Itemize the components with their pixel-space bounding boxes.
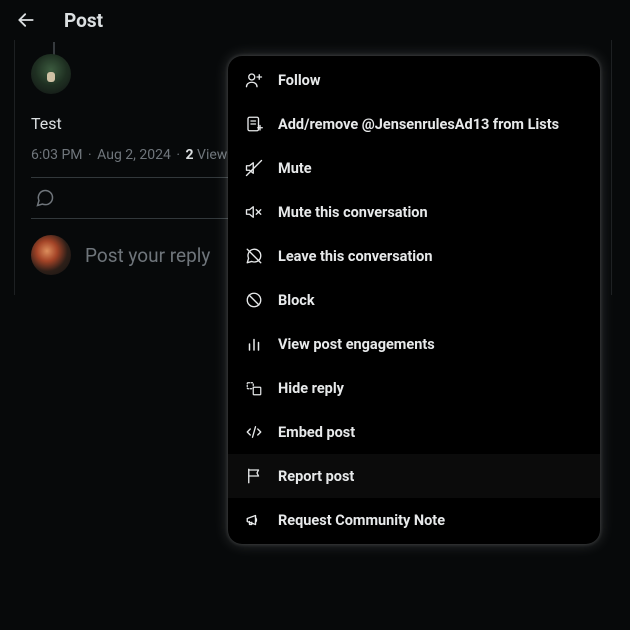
mute-icon (244, 158, 264, 178)
menu-item-label: View post engagements (278, 336, 435, 353)
list-add-icon (244, 114, 264, 134)
embed-icon (244, 422, 264, 442)
menu-item-label: Follow (278, 72, 321, 89)
megaphone-icon (244, 510, 264, 530)
menu-item-mute-convo[interactable]: Mute this conversation (228, 190, 600, 234)
menu-item-hide-reply[interactable]: Hide reply (228, 366, 600, 410)
menu-item-label: Block (278, 292, 315, 309)
menu-item-leave-convo[interactable]: Leave this conversation (228, 234, 600, 278)
menu-item-label: Leave this conversation (278, 248, 432, 265)
context-menu: Follow Add/remove @JensenrulesAd13 from L… (228, 56, 600, 544)
menu-item-list-add[interactable]: Add/remove @JensenrulesAd13 from Lists (228, 102, 600, 146)
menu-item-megaphone[interactable]: Request Community Note (228, 498, 600, 542)
hide-reply-icon (244, 378, 264, 398)
menu-item-chart[interactable]: View post engagements (228, 322, 600, 366)
menu-item-embed[interactable]: Embed post (228, 410, 600, 454)
flag-icon (244, 466, 264, 486)
menu-item-label: Embed post (278, 424, 355, 441)
menu-item-label: Hide reply (278, 380, 344, 397)
menu-item-flag[interactable]: Report post (228, 454, 600, 498)
mute-convo-icon (244, 202, 264, 222)
menu-item-label: Mute this conversation (278, 204, 428, 221)
menu-item-user-plus[interactable]: Follow (228, 58, 600, 102)
user-plus-icon (244, 70, 264, 90)
menu-item-label: Mute (278, 160, 312, 177)
leave-convo-icon (244, 246, 264, 266)
chart-icon (244, 334, 264, 354)
menu-item-mute[interactable]: Mute (228, 146, 600, 190)
menu-item-label: Request Community Note (278, 512, 445, 529)
menu-item-label: Report post (278, 468, 354, 485)
menu-item-block[interactable]: Block (228, 278, 600, 322)
block-icon (244, 290, 264, 310)
menu-item-label: Add/remove @JensenrulesAd13 from Lists (278, 116, 559, 133)
